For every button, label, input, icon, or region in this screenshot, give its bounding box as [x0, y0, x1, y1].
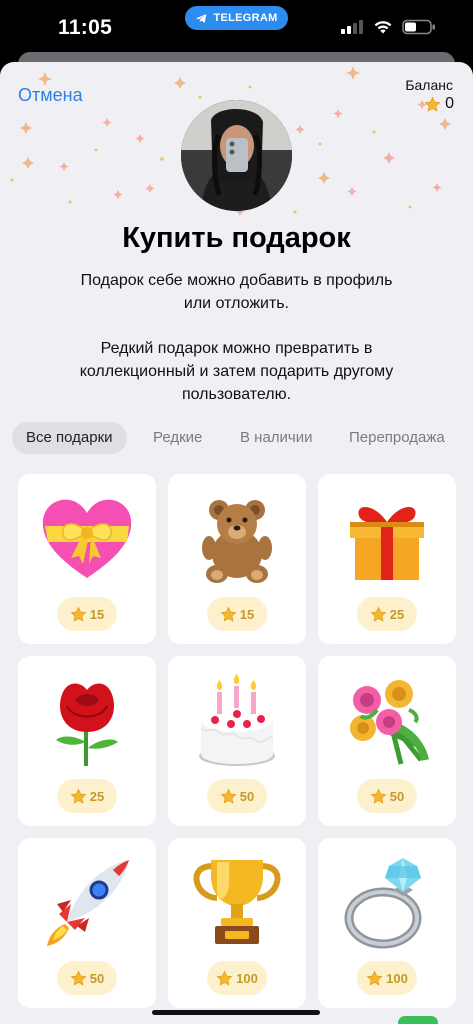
- trophy-icon: [193, 860, 281, 944]
- rose-icon: [56, 683, 118, 766]
- gift-card-teddy-bear[interactable]: 15: [168, 474, 306, 644]
- balance-value-row: 0: [424, 95, 454, 113]
- telegram-pill[interactable]: TELEGRAM: [185, 6, 288, 30]
- gift-price: 15: [239, 606, 255, 622]
- status-bar: 11:05 TELEGRAM: [0, 0, 473, 58]
- status-time: 11:05: [58, 16, 113, 39]
- gift-price: 100: [236, 970, 258, 986]
- star-icon: [370, 788, 387, 804]
- gift-price: 100: [386, 970, 408, 986]
- gift-card-heart[interactable]: 15: [18, 474, 156, 644]
- gift-price: 25: [389, 606, 405, 622]
- birthday-cake-icon: [199, 674, 275, 766]
- tab-resale[interactable]: Перепродажа: [349, 422, 445, 454]
- gift-price-badge: 50: [57, 961, 117, 995]
- description-paragraph-1: Подарок себе можно добавить в профиль ил…: [80, 272, 393, 312]
- gift-price-badge: 50: [357, 779, 417, 813]
- telegram-pill-label: TELEGRAM: [213, 12, 278, 24]
- gift-price-badge: 100: [207, 961, 267, 995]
- wifi-icon: [374, 21, 392, 34]
- gift-filter-tabs: Все подарки Редкие В наличии Перепродажа: [0, 422, 473, 454]
- next-row-card-peek: [398, 1016, 438, 1024]
- gift-price-badge: 15: [57, 597, 117, 631]
- telegram-plane-icon: [196, 13, 207, 23]
- recipient-avatar: [181, 100, 292, 211]
- gift-price: 50: [239, 788, 255, 804]
- balance-value: 0: [445, 95, 454, 112]
- gift-card-wrapped-gift[interactable]: 25: [318, 474, 456, 644]
- gift-card-rose[interactable]: 25: [18, 656, 156, 826]
- description-paragraph-2: Редкий подарок можно превратить в коллек…: [79, 340, 394, 403]
- star-icon: [370, 606, 387, 622]
- gift-price-badge: 25: [57, 779, 117, 813]
- gift-price: 15: [89, 606, 105, 622]
- gift-price: 25: [89, 788, 105, 804]
- gift-card-cake[interactable]: 50: [168, 656, 306, 826]
- wrapped-gift-icon: [350, 506, 424, 580]
- cellular-signal-icon: [341, 20, 363, 34]
- gift-price-badge: 50: [207, 779, 267, 813]
- gift-card-ring[interactable]: 100: [318, 838, 456, 1008]
- gift-card-trophy[interactable]: 100: [168, 838, 306, 1008]
- star-icon: [70, 970, 87, 986]
- star-icon: [70, 788, 87, 804]
- star-icon: [366, 970, 383, 986]
- star-icon: [220, 606, 237, 622]
- bouquet-icon: [350, 680, 429, 765]
- heart-with-ribbon-icon: [42, 499, 132, 578]
- gift-card-bouquet[interactable]: 50: [318, 656, 456, 826]
- tab-rare[interactable]: Редкие: [153, 422, 202, 454]
- page-title: Купить подарок: [122, 222, 351, 254]
- gift-card-rocket[interactable]: 50: [18, 838, 156, 1008]
- star-icon: [220, 788, 237, 804]
- gift-price-badge: 25: [357, 597, 417, 631]
- gift-price-badge: 100: [357, 961, 417, 995]
- star-icon: [216, 970, 233, 986]
- home-indicator[interactable]: [152, 1010, 320, 1015]
- star-icon: [70, 606, 87, 622]
- gift-price: 50: [389, 788, 405, 804]
- battery-icon: [402, 19, 435, 35]
- balance-label: Баланс: [405, 77, 453, 93]
- gift-price: 50: [89, 970, 105, 986]
- star-icon: [424, 96, 441, 112]
- gift-price-badge: 15: [207, 597, 267, 631]
- ring-icon: [344, 858, 422, 949]
- rocket-icon: [47, 860, 129, 946]
- cancel-button[interactable]: Отмена: [18, 85, 83, 106]
- gift-purchase-sheet: Отмена Баланс 0 Купить подарок Подарок с…: [0, 62, 473, 1024]
- tab-all-gifts[interactable]: Все подарки: [12, 422, 127, 454]
- teddy-bear-icon: [202, 500, 272, 583]
- tab-in-stock[interactable]: В наличии: [240, 422, 313, 454]
